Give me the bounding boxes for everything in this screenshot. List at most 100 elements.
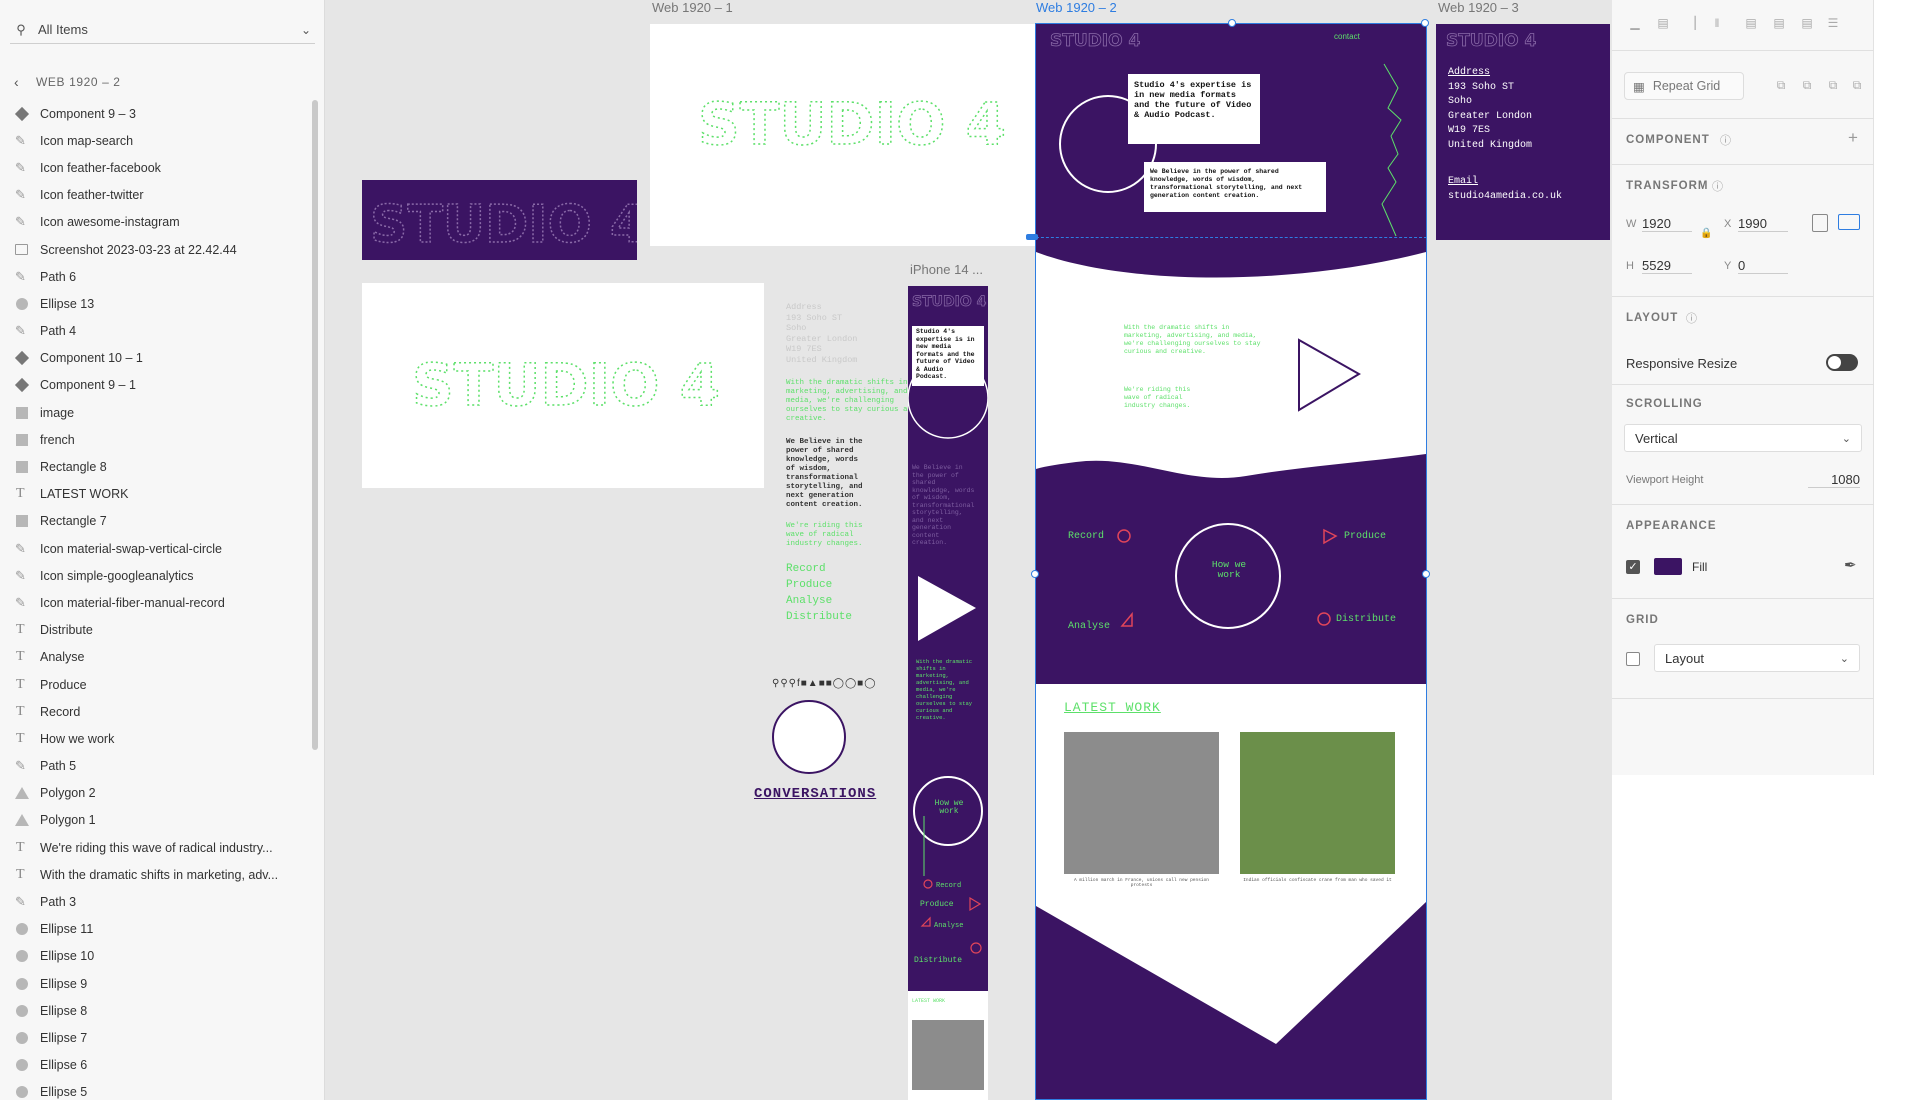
selection-handle[interactable]	[1422, 570, 1430, 578]
artboard-web-1920-1[interactable]: STUDIO 4	[650, 24, 1043, 246]
fill-color-swatch[interactable]	[1654, 558, 1682, 575]
portrait-icon[interactable]	[1812, 214, 1828, 232]
layer-item[interactable]: T Analyse	[14, 644, 309, 671]
grid-type-select[interactable]: Layout ⌄	[1654, 644, 1860, 672]
layer-item[interactable]: Ellipse 10	[14, 943, 309, 970]
layer-item[interactable]: Screenshot 2023-03-23 at 22.42.44	[14, 236, 309, 263]
selection-handle[interactable]	[1228, 19, 1236, 27]
y-label: Y	[1724, 260, 1732, 272]
layer-item[interactable]: ✎ Icon feather-facebook	[14, 154, 309, 181]
viewport-guide[interactable]	[1026, 237, 1427, 238]
layer-item[interactable]: ✎ Path 6	[14, 263, 309, 290]
align-center-icon[interactable]: ▤	[1770, 16, 1788, 32]
boolean-subtract-icon[interactable]: ⧉	[1798, 78, 1816, 94]
responsive-resize-toggle[interactable]	[1826, 354, 1858, 371]
layer-item[interactable]: ✎ Icon map-search	[14, 127, 309, 154]
layer-item[interactable]: Component 10 – 1	[14, 345, 309, 372]
chevron-down-icon[interactable]: ⌄	[297, 23, 315, 37]
boolean-add-icon[interactable]: ⧉	[1772, 78, 1790, 94]
fill-checkbox[interactable]: ✓	[1626, 560, 1640, 574]
align-top-icon[interactable]: ▁	[1626, 16, 1644, 32]
conversations-heading[interactable]: CONVERSATIONS	[754, 786, 894, 802]
viewport-guide-handle[interactable]	[1026, 234, 1038, 240]
boolean-exclude-icon[interactable]: ⧉	[1848, 78, 1866, 94]
layer-item[interactable]: ✎ Icon awesome-instagram	[14, 209, 309, 236]
email-value[interactable]: studio4amedia.co.uk	[1448, 190, 1562, 205]
layer-item[interactable]: image	[14, 399, 309, 426]
layer-item[interactable]: Ellipse 5	[14, 1079, 309, 1100]
layer-item[interactable]: ✎ Icon material-swap-vertical-circle	[14, 535, 309, 562]
layer-item[interactable]: Ellipse 9	[14, 970, 309, 997]
iphone-latest-text: LATEST WORK	[912, 998, 946, 1004]
distribute-horizontal-icon[interactable]: ☰	[1824, 16, 1842, 32]
repeat-grid-button[interactable]: ▦ Repeat Grid	[1624, 72, 1744, 100]
layer-item[interactable]: Component 9 – 1	[14, 372, 309, 399]
layer-item[interactable]: ✎ Path 5	[14, 753, 309, 780]
viewport-height-field[interactable]: 1080	[1808, 472, 1860, 488]
mobile-text-column[interactable]: Address 193 Soho ST Soho Greater London …	[786, 302, 926, 692]
layer-item[interactable]: Ellipse 11	[14, 916, 309, 943]
width-field[interactable]: 1920	[1642, 216, 1692, 232]
layer-item[interactable]: Ellipse 7	[14, 1024, 309, 1051]
scrolling-select[interactable]: Vertical ⌄	[1624, 424, 1862, 452]
grid-checkbox[interactable]	[1626, 652, 1640, 666]
layer-item[interactable]: T How we work	[14, 725, 309, 752]
layer-item[interactable]: T We're riding this wave of radical indus…	[14, 834, 309, 861]
address-line: Soho	[1448, 96, 1473, 107]
layer-item[interactable]: ✎ Path 3	[14, 888, 309, 915]
height-field[interactable]: 5529	[1642, 258, 1692, 274]
layer-item[interactable]: T LATEST WORK	[14, 481, 309, 508]
logo-white-block[interactable]: STUDIO 4	[362, 283, 764, 488]
breadcrumb[interactable]: ‹ WEB 1920 – 2	[14, 74, 121, 90]
layer-item[interactable]: Component 9 – 3	[14, 100, 309, 127]
layer-search-field[interactable]: ⚲ All Items ⌄	[10, 16, 315, 44]
eyedropper-icon[interactable]: ✒	[1844, 556, 1857, 574]
layer-item-label: LATEST WORK	[40, 487, 129, 502]
align-middle-icon[interactable]: ▤	[1654, 16, 1672, 32]
conversation-circle[interactable]	[772, 700, 846, 774]
distribute-vertical-icon[interactable]: ‖	[1708, 16, 1726, 32]
artboard-label-web3[interactable]: Web 1920 – 3	[1438, 0, 1519, 15]
layers-scrollbar[interactable]	[312, 100, 318, 750]
selection-handle[interactable]	[1421, 19, 1429, 27]
iphone-believe-text: We Believe in the power of shared knowle…	[912, 464, 975, 546]
boolean-intersect-icon[interactable]: ⧉	[1824, 78, 1842, 94]
y-field[interactable]: 0	[1738, 258, 1788, 274]
layer-item[interactable]: Rectangle 8	[14, 453, 309, 480]
layer-item[interactable]: Polygon 2	[14, 780, 309, 807]
artboard-label-web2[interactable]: Web 1920 – 2	[1036, 0, 1117, 15]
add-component-icon[interactable]: +	[1848, 128, 1858, 148]
align-bottom-icon[interactable]: ▕	[1682, 16, 1700, 32]
landscape-icon[interactable]	[1838, 214, 1860, 230]
layer-item[interactable]: Polygon 1	[14, 807, 309, 834]
artboard-iphone-14[interactable]: STUDIO 4 Studio 4's expertise is in new …	[908, 286, 988, 1100]
layer-item[interactable]: ✎ Icon material-fiber-manual-record	[14, 589, 309, 616]
layer-item[interactable]: Ellipse 8	[14, 997, 309, 1024]
artboard-label-web1[interactable]: Web 1920 – 1	[652, 0, 733, 15]
iphone-analyse: Analyse	[934, 922, 964, 930]
text-icon: T	[16, 703, 25, 719]
design-canvas[interactable]: STUDIO 4 STUDIO 4 Web 1920 – 1 STUDIO 4 …	[326, 0, 1612, 1100]
layer-item[interactable]: T Produce	[14, 671, 309, 698]
x-field[interactable]: 1990	[1738, 216, 1788, 232]
align-left-icon[interactable]: ▤	[1742, 16, 1760, 32]
layer-item[interactable]: ✎ Icon simple-googleanalytics	[14, 562, 309, 589]
layer-item[interactable]: Rectangle 7	[14, 508, 309, 535]
selection-handle[interactable]	[1031, 570, 1039, 578]
layer-item[interactable]: Ellipse 13	[14, 290, 309, 317]
layer-item[interactable]: french	[14, 426, 309, 453]
align-right-icon[interactable]: ▤	[1798, 16, 1816, 32]
layer-item[interactable]: T Record	[14, 698, 309, 725]
layer-item[interactable]: T Distribute	[14, 617, 309, 644]
layer-item[interactable]: Ellipse 6	[14, 1052, 309, 1079]
lock-icon[interactable]: 🔒	[1700, 228, 1712, 239]
logo-purple-block[interactable]: STUDIO 4	[362, 180, 637, 260]
artboard-label-iphone[interactable]: iPhone 14 ...	[910, 262, 983, 277]
icon-row[interactable]: ⚲⚲⚲f■▲■■◯◯■◯	[772, 678, 912, 690]
back-chevron-icon[interactable]: ‹	[14, 74, 36, 90]
layer-item[interactable]: T With the dramatic shifts in marketing, …	[14, 861, 309, 888]
artboard-web-1920-3[interactable]: STUDIO 4 Address 193 Soho ST Soho Greate…	[1436, 24, 1610, 240]
layer-item[interactable]: ✎ Path 4	[14, 318, 309, 345]
layer-item[interactable]: ✎ Icon feather-twitter	[14, 182, 309, 209]
selection-frame[interactable]	[1035, 23, 1427, 1100]
